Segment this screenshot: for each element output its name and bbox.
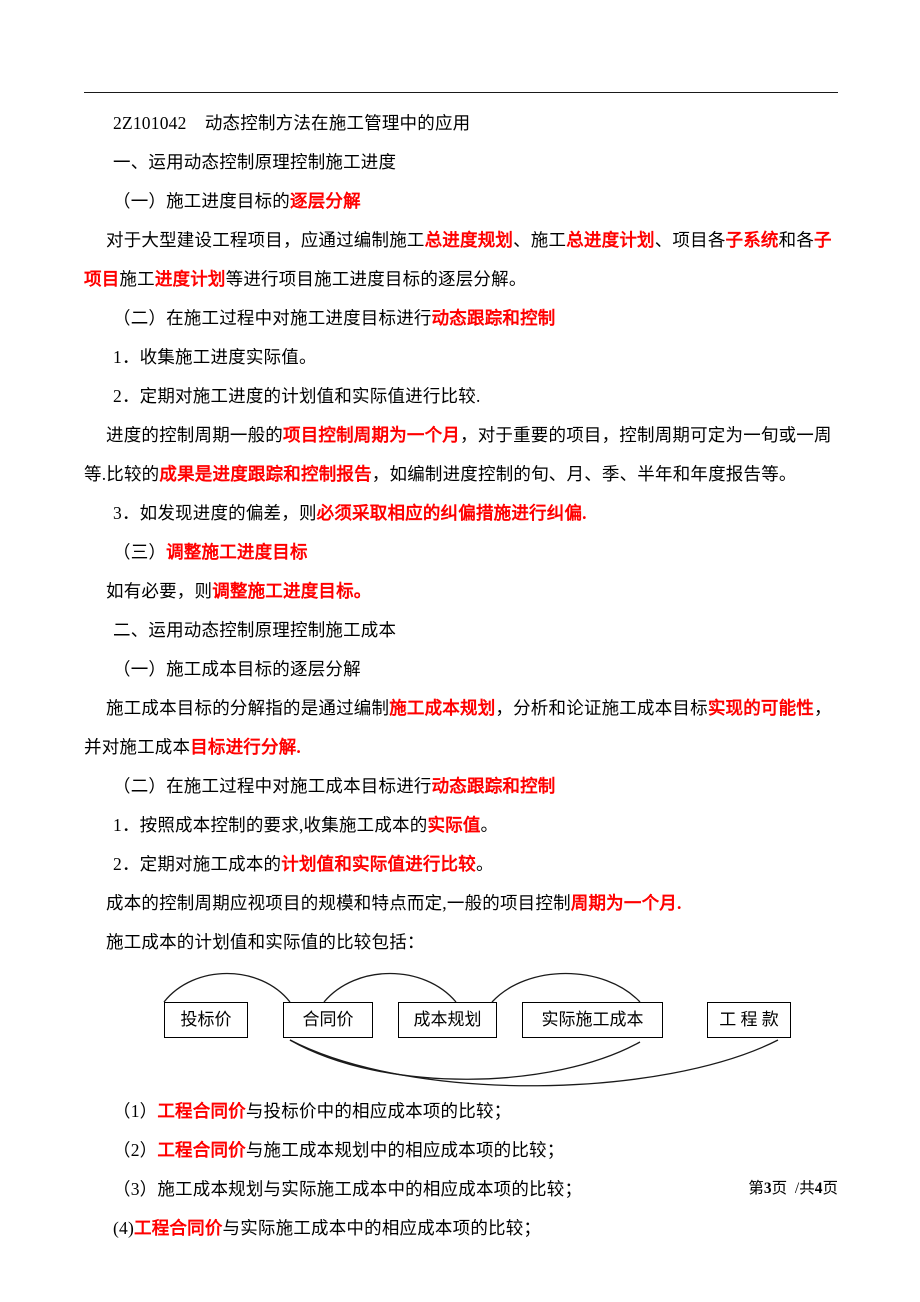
footer-pre: 第: [748, 1180, 764, 1197]
footer-mid: 页 /共: [771, 1180, 815, 1197]
document-page: 2Z101042 动态控制方法在施工管理中的应用 一、运用动态控制原理控制施工进…: [0, 0, 920, 1302]
subheading-2b-text: （二）在施工过程中对施工成本目标进行: [113, 776, 432, 796]
ci4-highlight: 工程合同价: [134, 1218, 223, 1238]
cost-comparison-diagram: 投标价 合同价 成本规划 实际施工成本 工 程 款: [84, 970, 844, 1088]
subheading-1a-text: （一）施工进度目标的: [113, 191, 290, 211]
p11-h1: 总进度规划: [424, 230, 514, 250]
li22-t2: 。: [475, 854, 494, 874]
footer-post: 页: [822, 1180, 838, 1197]
diagram-box-bid-price: 投标价: [164, 1002, 248, 1038]
header-rule: [84, 92, 838, 93]
p13-h1: 调整施工进度目标。: [212, 581, 372, 601]
p12-t1: 进度的控制周期一般的: [106, 425, 283, 445]
subheading-1c-text: （三）: [113, 542, 167, 562]
p11-h2: 总进度计划: [566, 230, 655, 250]
p12-t4: ，如编制进度控制的旬、月、季、半年和年度报告等。: [371, 464, 797, 484]
paragraph-1-3: 如有必要，则调整施工进度目标。: [84, 572, 844, 611]
page-footer: 第3页 /共4页: [748, 1176, 838, 1198]
arc-contract-to-payment-bottom: [289, 1039, 779, 1087]
ci3-rest: 施工成本规划与实际施工成本中的相应成本项的比较；: [157, 1179, 583, 1199]
p12-h1: 项目控制周期为一个月: [283, 425, 460, 445]
section-heading: 2Z101042 动态控制方法在施工管理中的应用: [84, 104, 844, 143]
subheading-1c: （三）调整施工进度目标: [84, 533, 844, 572]
ci1-prefix: （1）: [113, 1101, 158, 1121]
diagram-box-project-payment: 工 程 款: [707, 1002, 791, 1038]
p11-t5: 施工: [119, 269, 155, 289]
p12-t3: 比较的: [106, 464, 160, 484]
arc-plan-to-actual: [491, 972, 641, 1003]
p11-t3: 、项目各: [654, 230, 726, 250]
li21-h1: 实际值: [427, 815, 481, 835]
list-item-1-2: 2．定期对施工进度的计划值和实际值进行比较.: [113, 386, 481, 406]
list-item-1-3: 3．如发现进度的偏差，则必须采取相应的纠偏措施进行纠偏.: [84, 494, 844, 533]
subheading-2b: （二）在施工过程中对施工成本目标进行动态跟踪和控制: [84, 767, 844, 806]
arc-contract-to-plan: [323, 973, 457, 1003]
ci4-prefix: (4): [113, 1218, 135, 1238]
p13-t1: 如有必要，则: [106, 581, 213, 601]
li13-t1: 3．如发现进度的偏差，则: [113, 503, 317, 523]
diagram-box-actual-cost: 实际施工成本: [522, 1002, 663, 1038]
list-item-1-1: 1．收集施工进度实际值。: [113, 347, 317, 367]
section-title: 动态控制方法在施工管理中的应用: [204, 113, 471, 133]
heading-1: 一、运用动态控制原理控制施工进度: [113, 152, 397, 172]
p22-t1: 成本的控制周期应视项目的规模和特点而定,一般的项目控制: [106, 893, 571, 913]
li21-t2: 。: [480, 815, 499, 835]
li21-t1: 1．按照成本控制的要求,收集施工成本的: [113, 815, 428, 835]
p21-t1: 施工成本目标的分解指的是通过编制: [106, 698, 390, 718]
subheading-2b-highlight: 动态跟踪和控制: [431, 776, 556, 796]
diagram-box-contract-price: 合同价: [283, 1002, 373, 1038]
p22-h1: 周期为一个月.: [570, 893, 682, 913]
heading-2: 二、运用动态控制原理控制施工成本: [113, 620, 397, 640]
comparison-item-3: （3）施工成本规划与实际施工成本中的相应成本项的比较；: [84, 1170, 844, 1209]
subheading-1a-highlight: 逐层分解: [290, 191, 361, 211]
arc-contract-to-actual-bottom: [289, 1039, 641, 1080]
p11-t4: 和各: [778, 230, 815, 250]
p11-h6: 进度计划: [154, 269, 226, 289]
p21-t2: ，分析和论证施工成本目标: [495, 698, 708, 718]
p21-h1: 施工成本规划: [389, 698, 496, 718]
subheading-1b-highlight: 动态跟踪和控制: [431, 308, 556, 328]
li22-t1: 2．定期对施工成本的: [113, 854, 282, 874]
ci2-highlight: 工程合同价: [157, 1140, 246, 1160]
p21-h2: 实现的可能性: [707, 698, 815, 718]
ci4-rest: 与实际施工成本中的相应成本项的比较；: [222, 1218, 542, 1238]
subheading-2a: （一）施工成本目标的逐层分解: [113, 659, 361, 679]
list-item-2-1: 1．按照成本控制的要求,收集施工成本的实际值。: [84, 806, 844, 845]
p11-h5: 目: [101, 269, 120, 289]
ci1-highlight: 工程合同价: [157, 1101, 246, 1121]
p11-t2: 、施工: [513, 230, 567, 250]
p21-h3: 目标进行分解.: [190, 737, 301, 757]
subheading-1c-highlight: 调整施工进度目标: [166, 542, 308, 562]
arc-bid-to-contract: [163, 973, 291, 1003]
document-body: 2Z101042 动态控制方法在施工管理中的应用 一、运用动态控制原理控制施工进…: [84, 104, 844, 1248]
p21-t4: 对施工成本: [101, 737, 191, 757]
li13-h1: 必须采取相应的纠偏措施进行纠偏.: [316, 503, 587, 523]
ci2-rest: 与施工成本规划中的相应成本项的比较；: [245, 1140, 565, 1160]
p11-t1: 对于大型建设工程项目，应通过编制施工: [106, 230, 425, 250]
comparison-item-1: （1）工程合同价与投标价中的相应成本项的比较；: [84, 1092, 844, 1131]
list-item-2-2: 2．定期对施工成本的计划值和实际值进行比较。: [84, 845, 844, 884]
ci3-prefix: （3）: [113, 1179, 158, 1199]
ci1-rest: 与投标价中的相应成本项的比较；: [245, 1101, 512, 1121]
section-code: 2Z101042: [113, 113, 187, 133]
paragraph-2-1: 施工成本目标的分解指的是通过编制施工成本规划，分析和论证施工成本目标实现的可能性…: [84, 689, 844, 767]
paragraph-1-2: 进度的控制周期一般的项目控制周期为一个月，对于重要的项目，控制周期可定为一旬或一…: [84, 416, 844, 494]
subheading-1b: （二）在施工过程中对施工进度目标进行动态跟踪和控制: [84, 299, 844, 338]
li22-h1: 计划值和实际值进行比较: [281, 854, 476, 874]
comparison-item-4: (4)工程合同价与实际施工成本中的相应成本项的比较；: [84, 1209, 844, 1248]
p11-t6: 等进行项目施工进度目标的逐层分解。: [225, 269, 527, 289]
diagram-box-cost-plan: 成本规划: [398, 1002, 497, 1038]
subheading-1b-text: （二）在施工过程中对施工进度目标进行: [113, 308, 432, 328]
subheading-1a: （一）施工进度目标的逐层分解: [84, 182, 844, 221]
paragraph-1-1: 对于大型建设工程项目，应通过编制施工总进度规划、施工总进度计划、项目各子系统和各…: [84, 221, 844, 299]
ci2-prefix: （2）: [113, 1140, 158, 1160]
paragraph-2-3: 施工成本的计划值和实际值的比较包括：: [106, 932, 425, 952]
paragraph-2-2: 成本的控制周期应视项目的规模和特点而定,一般的项目控制周期为一个月.: [84, 884, 844, 923]
comparison-item-2: （2）工程合同价与施工成本规划中的相应成本项的比较；: [84, 1131, 844, 1170]
p11-h3: 子系统: [725, 230, 779, 250]
p12-h2: 成果是进度跟踪和控制报告: [159, 464, 372, 484]
footer-current-page: 3: [763, 1180, 772, 1197]
